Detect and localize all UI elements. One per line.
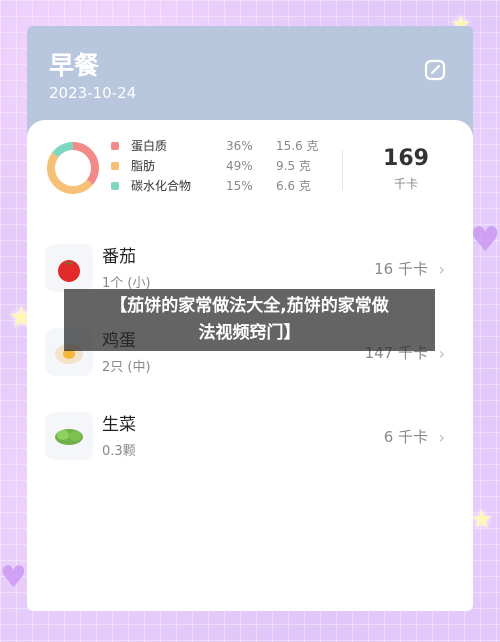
meal-date: 2023-10-24 bbox=[49, 84, 137, 102]
heart-decoration: ♥ bbox=[0, 560, 27, 595]
total-kcal: 169 bbox=[383, 146, 429, 171]
macro-amount: 6.6 克 bbox=[276, 179, 311, 193]
food-name: 生菜 bbox=[102, 415, 136, 435]
macro-name: 碳水化合物 bbox=[131, 179, 192, 193]
banner-line-1: 【茄饼的家常做法大全,茄饼的家常做 bbox=[110, 296, 389, 316]
chevron-right-icon: › bbox=[438, 344, 445, 363]
macro-percent: 49% bbox=[226, 159, 253, 173]
food-name: 番茄 bbox=[102, 247, 136, 267]
macro-percent: 36% bbox=[226, 139, 253, 153]
nutrition-summary: 蛋白质 36% 15.6 克 脂肪 49% 9.5 克 碳水化合物 15% 6.… bbox=[27, 120, 473, 238]
heart-decoration: ♥ bbox=[470, 220, 500, 260]
protein-color-dot bbox=[111, 142, 119, 150]
page-title: 早餐 bbox=[49, 51, 100, 80]
fat-color-dot bbox=[111, 162, 119, 170]
food-quantity: 2只 (中) bbox=[102, 360, 151, 375]
kcal-unit: 千卡 bbox=[393, 177, 418, 191]
food-kcal: 6 千卡 bbox=[383, 428, 428, 446]
chevron-right-icon: › bbox=[438, 260, 445, 279]
edit-icon[interactable] bbox=[423, 58, 447, 82]
star-decoration: ★ bbox=[470, 505, 494, 535]
tomato-icon bbox=[45, 244, 93, 292]
title-banner: 【茄饼的家常做法大全,茄饼的家常做 法视频窍门】 bbox=[64, 289, 435, 351]
food-quantity: 0.3颗 bbox=[102, 444, 136, 459]
banner-line-2: 法视频窍门】 bbox=[198, 323, 301, 343]
carbs-color-dot bbox=[111, 182, 119, 190]
macro-percent: 15% bbox=[226, 179, 253, 193]
lettuce-icon bbox=[45, 412, 93, 460]
food-kcal: 16 千卡 bbox=[374, 260, 428, 278]
macro-ring-chart bbox=[47, 142, 99, 194]
macro-name: 脂肪 bbox=[131, 159, 156, 173]
macro-name: 蛋白质 bbox=[131, 139, 168, 153]
macro-amount: 15.6 克 bbox=[276, 139, 319, 153]
chevron-right-icon: › bbox=[438, 428, 445, 447]
meal-card: 蛋白质 36% 15.6 克 脂肪 49% 9.5 克 碳水化合物 15% 6.… bbox=[27, 120, 473, 611]
food-item-lettuce[interactable]: 生菜 0.3颗 6 千卡 › bbox=[27, 404, 473, 468]
divider bbox=[342, 150, 343, 190]
macro-amount: 9.5 克 bbox=[276, 159, 311, 173]
